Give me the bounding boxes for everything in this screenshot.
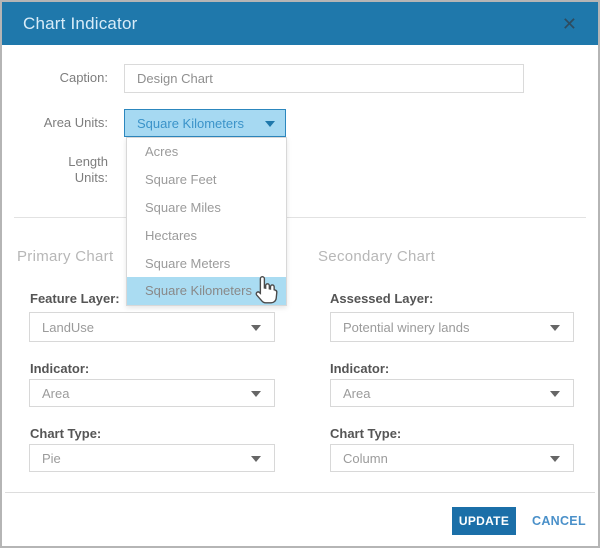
primary-chart-type-value: Pie — [42, 451, 61, 466]
assessed-layer-label: Assessed Layer: — [330, 291, 433, 306]
caption-input[interactable] — [124, 64, 524, 93]
dialog-title: Chart Indicator — [23, 14, 138, 34]
primary-indicator-label: Indicator: — [30, 361, 89, 376]
update-button[interactable]: UPDATE — [452, 507, 516, 535]
secondary-indicator-label: Indicator: — [330, 361, 389, 376]
menu-item-square-meters[interactable]: Square Meters — [127, 249, 286, 277]
section-divider — [14, 217, 586, 218]
chart-indicator-dialog: Chart Indicator ✕ Caption: Area Units: S… — [0, 0, 600, 548]
primary-indicator-value: Area — [42, 386, 69, 401]
area-units-label: Area Units: — [2, 115, 108, 131]
chevron-down-icon — [550, 456, 560, 462]
primary-chart-section-title: Primary Chart — [17, 248, 113, 265]
chevron-down-icon — [251, 456, 261, 462]
primary-chart-type-label: Chart Type: — [30, 426, 101, 441]
close-icon[interactable]: ✕ — [562, 15, 577, 33]
menu-item-hectares[interactable]: Hectares — [127, 221, 286, 249]
secondary-chart-section-title: Secondary Chart — [318, 248, 435, 265]
feature-layer-dropdown[interactable]: LandUse — [29, 312, 275, 342]
chevron-down-icon — [251, 391, 261, 397]
primary-indicator-dropdown[interactable]: Area — [29, 379, 275, 407]
chevron-down-icon — [251, 325, 261, 331]
caption-label: Caption: — [2, 70, 108, 86]
menu-item-square-kilometers[interactable]: Square Kilometers — [127, 277, 286, 305]
secondary-chart-type-value: Column — [343, 451, 388, 466]
dialog-header: Chart Indicator ✕ — [2, 2, 598, 45]
menu-item-square-feet[interactable]: Square Feet — [127, 166, 286, 194]
primary-chart-type-dropdown[interactable]: Pie — [29, 444, 275, 472]
menu-item-square-miles[interactable]: Square Miles — [127, 194, 286, 222]
cancel-button[interactable]: CANCEL — [532, 514, 586, 528]
chevron-down-icon — [550, 391, 560, 397]
area-units-menu: Acres Square Feet Square Miles Hectares … — [126, 137, 287, 306]
feature-layer-label: Feature Layer: — [30, 291, 120, 306]
area-units-selected-value: Square Kilometers — [137, 116, 244, 131]
chevron-down-icon — [550, 325, 560, 331]
chevron-down-icon — [265, 121, 275, 127]
assessed-layer-value: Potential winery lands — [343, 320, 469, 335]
assessed-layer-dropdown[interactable]: Potential winery lands — [330, 312, 574, 342]
secondary-indicator-value: Area — [343, 386, 370, 401]
length-units-label: Length Units: — [2, 154, 108, 186]
secondary-chart-type-label: Chart Type: — [330, 426, 401, 441]
footer-divider — [5, 492, 595, 493]
menu-item-acres[interactable]: Acres — [127, 138, 286, 166]
feature-layer-value: LandUse — [42, 320, 94, 335]
secondary-indicator-dropdown[interactable]: Area — [330, 379, 574, 407]
area-units-dropdown[interactable]: Square Kilometers — [124, 109, 286, 137]
secondary-chart-type-dropdown[interactable]: Column — [330, 444, 574, 472]
